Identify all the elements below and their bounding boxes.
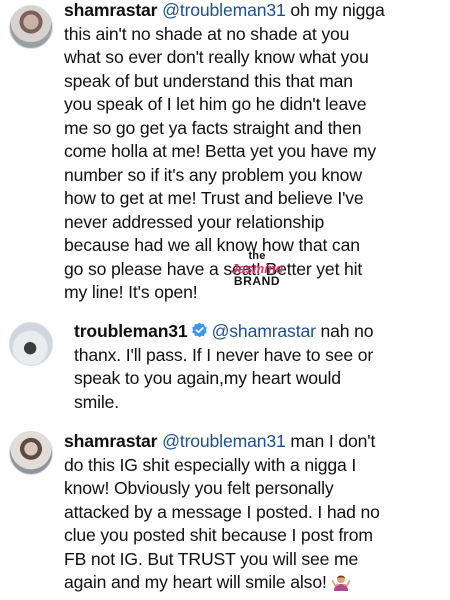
comment-text-line: clue you posted shit because I post from <box>64 525 373 545</box>
comment-text-line: attacked by a message I posted. I had no <box>64 501 380 522</box>
comment-text-line: go so please have a seat! Better yet hit <box>64 258 363 279</box>
comment-text-line: how to get at me! Trust and believe I've <box>64 188 364 208</box>
username-shamrastar[interactable]: shamrastar <box>64 0 158 20</box>
avatar-shamrastar[interactable] <box>9 5 53 49</box>
username-troubleman31[interactable]: troubleman31 <box>74 321 188 341</box>
avatar-troubleman31[interactable] <box>9 322 53 366</box>
username-shamrastar[interactable]: shamrastar <box>64 431 158 451</box>
watermark-brand: BRAND <box>233 274 281 288</box>
comment-text-line: because had we all know how that can <box>64 235 360 255</box>
comment-body: troubleman31 @shamrastar nah no thanx. I… <box>74 320 374 414</box>
comment-text-line: smile. <box>74 391 120 412</box>
comment-text-line: speak of but understand this that man <box>64 70 353 91</box>
comment-text-line: number so if it's any problem you know <box>64 164 362 185</box>
comment-text-line: know! Obviously you felt personally <box>64 478 334 498</box>
comment-text-line: me so go get ya facts straight and then <box>64 117 362 138</box>
avatar-shamrastar[interactable] <box>9 431 53 475</box>
comment-text-line: my line! It's open! <box>64 282 198 302</box>
comment-text-line: oh my nigga <box>285 0 385 20</box>
comment-text-line: do this IG shit especially with a nigga … <box>64 454 357 475</box>
comment-text-line: man I don't <box>285 431 376 451</box>
comment-text-line: never addressed your relationship <box>64 211 325 232</box>
comment-text-line: again and my heart will smile also! <box>64 572 327 592</box>
comment-text-line: what so ever don't really know what you <box>64 47 369 67</box>
comment-text-line: FB not IG. But TRUST you will see me <box>64 548 359 569</box>
mention-troubleman31[interactable]: @troubleman31 <box>162 431 286 451</box>
mention-troubleman31[interactable]: @troubleman31 <box>162 0 286 20</box>
comment-text-line: come holla at me! Betta yet you have my <box>64 141 376 161</box>
comment-text-line: you speak of I let him go he didn't leav… <box>64 94 367 114</box>
comment-body: shamrastar @troubleman31 oh my nigga thi… <box>64 0 385 305</box>
person-shrugging-emoji-icon <box>331 575 351 591</box>
comment-text-line: thanx. I'll pass. If I never have to see… <box>74 344 374 365</box>
comment-text-line: this ain't no shade at no shade at you <box>64 23 350 44</box>
verified-badge-icon <box>191 322 207 338</box>
comment-text-line: speak to you again,my heart would <box>74 368 341 388</box>
comment-body: shamrastar @troubleman31 man I don't do … <box>64 430 380 595</box>
mention-shamrastar[interactable]: @shamrastar <box>212 321 316 341</box>
comment-text-line: nah no <box>315 321 374 341</box>
watermark-logo: the Jasmine BRAND <box>227 251 287 288</box>
